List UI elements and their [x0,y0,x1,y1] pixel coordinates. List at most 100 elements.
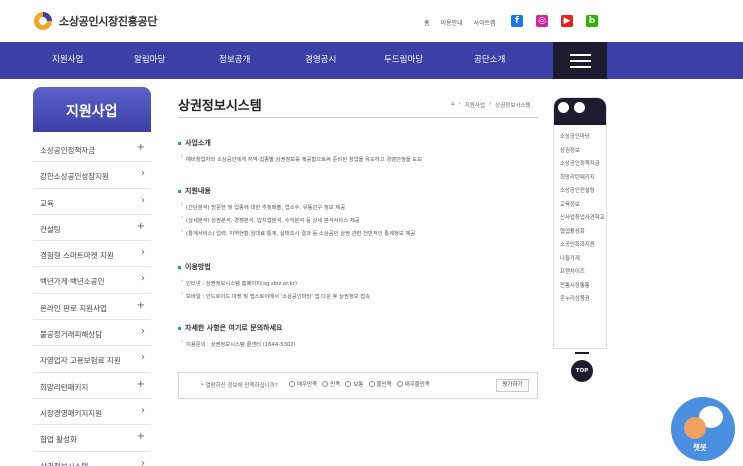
breadcrumb-sep-icon: › [458,101,461,107]
quick-menu-item[interactable]: 온누리상품권 [560,295,606,303]
breadcrumb-item[interactable]: 지원사업 [465,101,485,109]
survey-option-label: 매우만족 [297,382,318,388]
sidebar-item-label: 소상공인정책자금 [40,146,96,155]
sidebar-item[interactable]: 협업 활성화 + [33,425,151,452]
quick-menu: 소상공인마당상권정보소상공인정책자금희망리턴패키지소상공인컨설팅교육정보신사업창… [553,97,607,349]
quick-menu-item[interactable]: 소상공인컨설팅 [560,187,606,195]
section-title: 이용방법 [185,263,211,271]
quick-home-icon[interactable] [558,102,569,113]
chevron-right-icon: › [141,326,145,338]
sidebar-item[interactable]: 컨설팅 + [33,215,151,242]
sidebar-item-label: 협업 활성화 [40,435,77,445]
section-usage: 이용방법 인터넷 : 상권정보시스템 홈페이지(sg.sbiz.or.kr) 모… [178,262,370,300]
util-links: 홈 이용안내 사이트맵 [424,18,507,27]
home-icon[interactable]: ⌂ [451,101,455,109]
facebook-icon[interactable]: f [511,15,523,27]
sidebar-item[interactable]: 상권정보시스템 › [33,452,151,466]
util-sitemap[interactable]: 사이트맵 [474,18,496,27]
sidebar-item[interactable]: 불공정거래피해상담 › [33,320,151,347]
quick-menu-item[interactable]: 신사업창업사관학교 [560,214,606,222]
quick-menu-header [554,98,606,125]
quick-menu-item[interactable]: 교육정보 [560,201,606,209]
page-title: 상권정보시스템 [178,99,262,114]
section-line: (간단분석) 방문한 및 업종에 대한 추정매출, 업소수, 유동인구 정보 제… [178,202,415,211]
gnb-item-dodream[interactable]: 두드림마당 [384,42,423,79]
util-guide[interactable]: 이용안내 [441,18,463,27]
sidebar-item[interactable]: 소상공인정책자금 + [33,136,151,163]
top-button[interactable]: TOP [571,360,593,382]
sidebar-item[interactable]: 교육 › [33,189,151,215]
sidebar-item[interactable]: 시장경영패키지지원 › [33,399,151,426]
section-title: 사업소개 [185,139,211,147]
rate-button[interactable]: 평가하기 [496,379,529,392]
logo[interactable]: 소상공인시장진흥공단 [32,11,158,31]
sidebar-item[interactable]: 자영업자 고용보험료 지원 › [33,346,151,373]
sidebar-item[interactable]: 강한소상공인성장지원 › [33,162,151,189]
chatbot-button[interactable]: 챗봇 [671,397,735,461]
quick-menu-item[interactable]: 전통시장통통 [560,282,606,290]
section-title: 지원내용 [185,187,211,195]
instagram-icon[interactable]: ◎ [536,15,548,27]
quick-menu-item[interactable]: 나들가게 [560,255,606,263]
gnb-item-notice[interactable]: 알림마당 [134,42,165,79]
quick-menu-list: 소상공인마당상권정보소상공인정책자금희망리턴패키지소상공인컨설팅교육정보신사업창… [554,125,606,303]
sidebar-title: 지원사업 [33,87,151,132]
chatbot-mascot-icon [684,417,706,439]
title-divider [178,117,538,118]
sidebar-item-label: 상권정보시스템 [40,462,88,466]
chatbot-label: 챗봇 [693,443,707,452]
plus-icon: + [136,431,145,443]
sidebar-item[interactable]: 희망리턴패키지 + [33,373,151,399]
sidebar-item[interactable]: 경험형 스마트마켓 지원 › [33,241,151,268]
youtube-icon[interactable]: ▶ [561,15,573,27]
chevron-right-icon: › [141,457,145,466]
sidebar-item-label: 자영업자 고용보험료 지원 [40,356,121,366]
gnb-item-info[interactable]: 정보공개 [219,42,250,79]
chevron-right-icon: › [141,404,145,416]
quick-menu-item[interactable]: 소상공인정책자금 [560,160,606,168]
section-line: (상세분석) 상권분석, 경쟁분석, 입지업분석, 수익분석 등 상세 분석서비… [178,215,415,224]
chevron-right-icon: › [141,194,145,206]
plus-icon: + [136,142,145,153]
gnb-item-about[interactable]: 공단소개 [474,42,505,79]
section-intro: 사업소개 예비창업자와 소상공인에게 지역·업종별 상권정보를 제공함으로써 준… [178,138,422,163]
survey-option-radio[interactable]: 보통 [345,380,364,388]
gnb-item-disclosure[interactable]: 경영공시 [305,42,336,79]
radio-icon [396,381,403,387]
section-support: 지원내용 (간단분석) 방문한 및 업종에 대한 추정매출, 업소수, 유동인구… [178,186,415,237]
chevron-right-icon: › [141,273,145,285]
quick-menu-item[interactable]: 소상공인마당 [560,133,606,141]
sidebar-item-label: 불공정거래피해상담 [40,330,103,340]
radio-icon [368,381,375,387]
quick-menu-item[interactable]: 소공인특화지원 [560,241,606,249]
survey-option-radio[interactable]: 만족 [322,380,340,388]
survey-option-radio[interactable]: 불만족 [368,380,392,388]
section-line: 이용문의 : 상권정보시스템 콜센터 (1644-5302) [178,339,296,348]
sidebar-item-label: 강한소상공인성장지원 [40,172,109,182]
breadcrumb-item[interactable]: 상권정보시스템 [495,101,530,109]
quick-menu-item[interactable]: 상권정보 [560,147,606,155]
section-title: 자세한 사항은 여기로 문의하세요 [185,324,283,332]
chevron-right-icon: › [141,168,145,180]
quick-list-icon[interactable] [574,102,585,113]
survey-option-radio[interactable]: 매우만족 [289,380,317,388]
page: 소상공인시장진흥공단 홈 이용안내 사이트맵 f ◎ ▶ b 지원사업 알림마당 정보… [0,0,743,466]
sidebar-item[interactable]: 백년가게·백년소공인 › [33,267,151,294]
quick-menu-item[interactable]: 프랜차이즈 [560,268,606,276]
util-home[interactable]: 홈 [424,18,430,27]
radio-icon [289,381,295,387]
section-line: 예비창업자와 소상공인에게 지역·업종별 상권정보를 제공함으로써 준비된 창업… [178,154,422,163]
gnb-item-support[interactable]: 지원사업 [52,42,83,79]
section-line-link[interactable]: 인터넷 : 상권정보시스템 홈페이지(sg.sbiz.or.kr) [178,278,370,287]
satisfaction-survey: * 열람하신 정보에 만족하십니까? 매우만족 만족 보통 불만족 매우불만족 평가하기 [178,372,538,399]
quick-menu-item[interactable]: 희망리턴패키지 [560,174,606,182]
blog-icon[interactable]: b [586,15,598,27]
hamburger-menu-icon[interactable] [553,42,607,79]
quick-menu-item[interactable]: 협업활성화 [560,228,606,236]
section-line: (통계서비스) 업력, 지역현황,임대료 통계, 실태조사 결과 등 소상공인 … [178,228,415,237]
sidebar-item[interactable]: 온라인 판로 지원사업 + [33,294,151,321]
survey-option-radio[interactable]: 매우불만족 [396,380,430,388]
chevron-right-icon: › [141,247,145,259]
sidebar-item-label: 희망리턴패키지 [40,382,89,392]
survey-options: 매우만족 만족 보통 불만족 매우불만족 [289,380,435,388]
